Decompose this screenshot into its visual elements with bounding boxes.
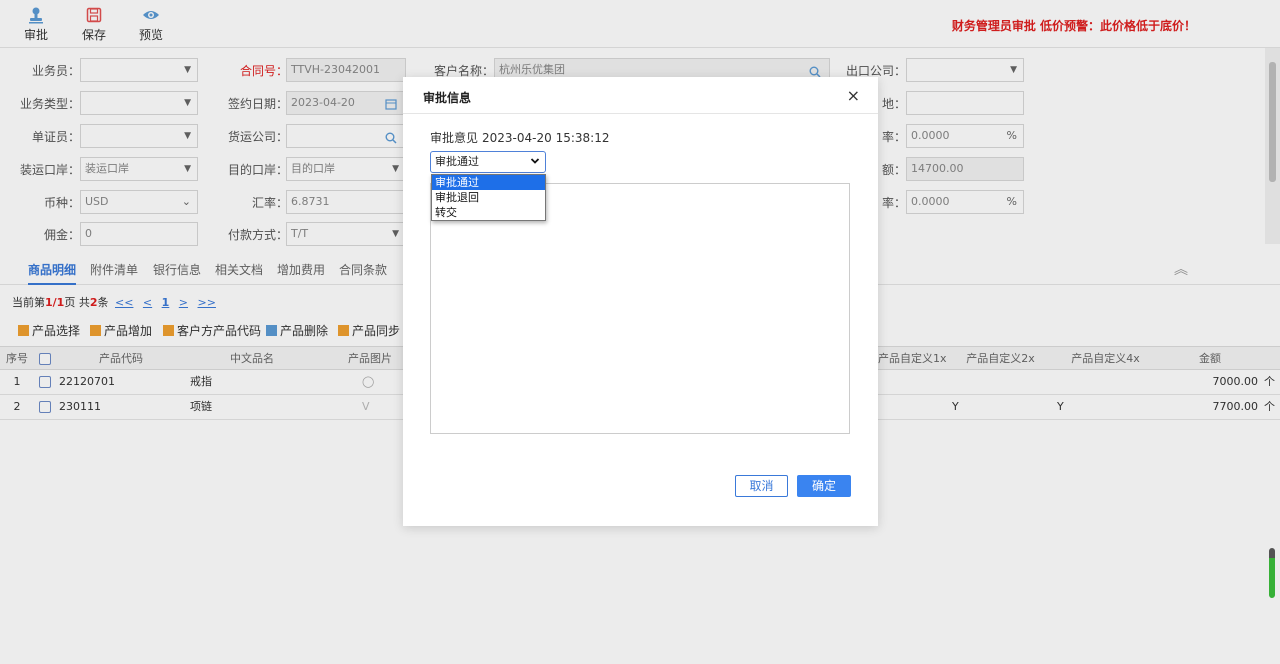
opinion-label: 审批意见 xyxy=(430,131,479,145)
close-icon[interactable]: × xyxy=(847,86,860,105)
approval-result-select[interactable]: 审批通过 xyxy=(430,151,546,173)
dialog-header: 审批信息 × xyxy=(403,77,878,114)
option-transfer[interactable]: 转交 xyxy=(432,205,545,220)
approval-opinion: 审批意见 2023-04-20 15:38:12 xyxy=(430,129,609,146)
confirm-button[interactable]: 确定 xyxy=(797,475,851,497)
option-return[interactable]: 审批退回 xyxy=(432,190,545,205)
option-approve[interactable]: 审批通过 xyxy=(432,175,545,190)
approval-dialog: 审批信息 × 审批意见 2023-04-20 15:38:12 审批通过 审批通过… xyxy=(403,77,878,526)
dialog-title: 审批信息 xyxy=(423,91,472,105)
selected-value: 审批通过 xyxy=(435,155,479,168)
chevron-down-icon xyxy=(530,153,540,173)
opinion-timestamp: 2023-04-20 15:38:12 xyxy=(482,131,610,145)
approval-dropdown: 审批通过 审批退回 转交 xyxy=(431,174,546,221)
cancel-button[interactable]: 取消 xyxy=(735,475,788,497)
